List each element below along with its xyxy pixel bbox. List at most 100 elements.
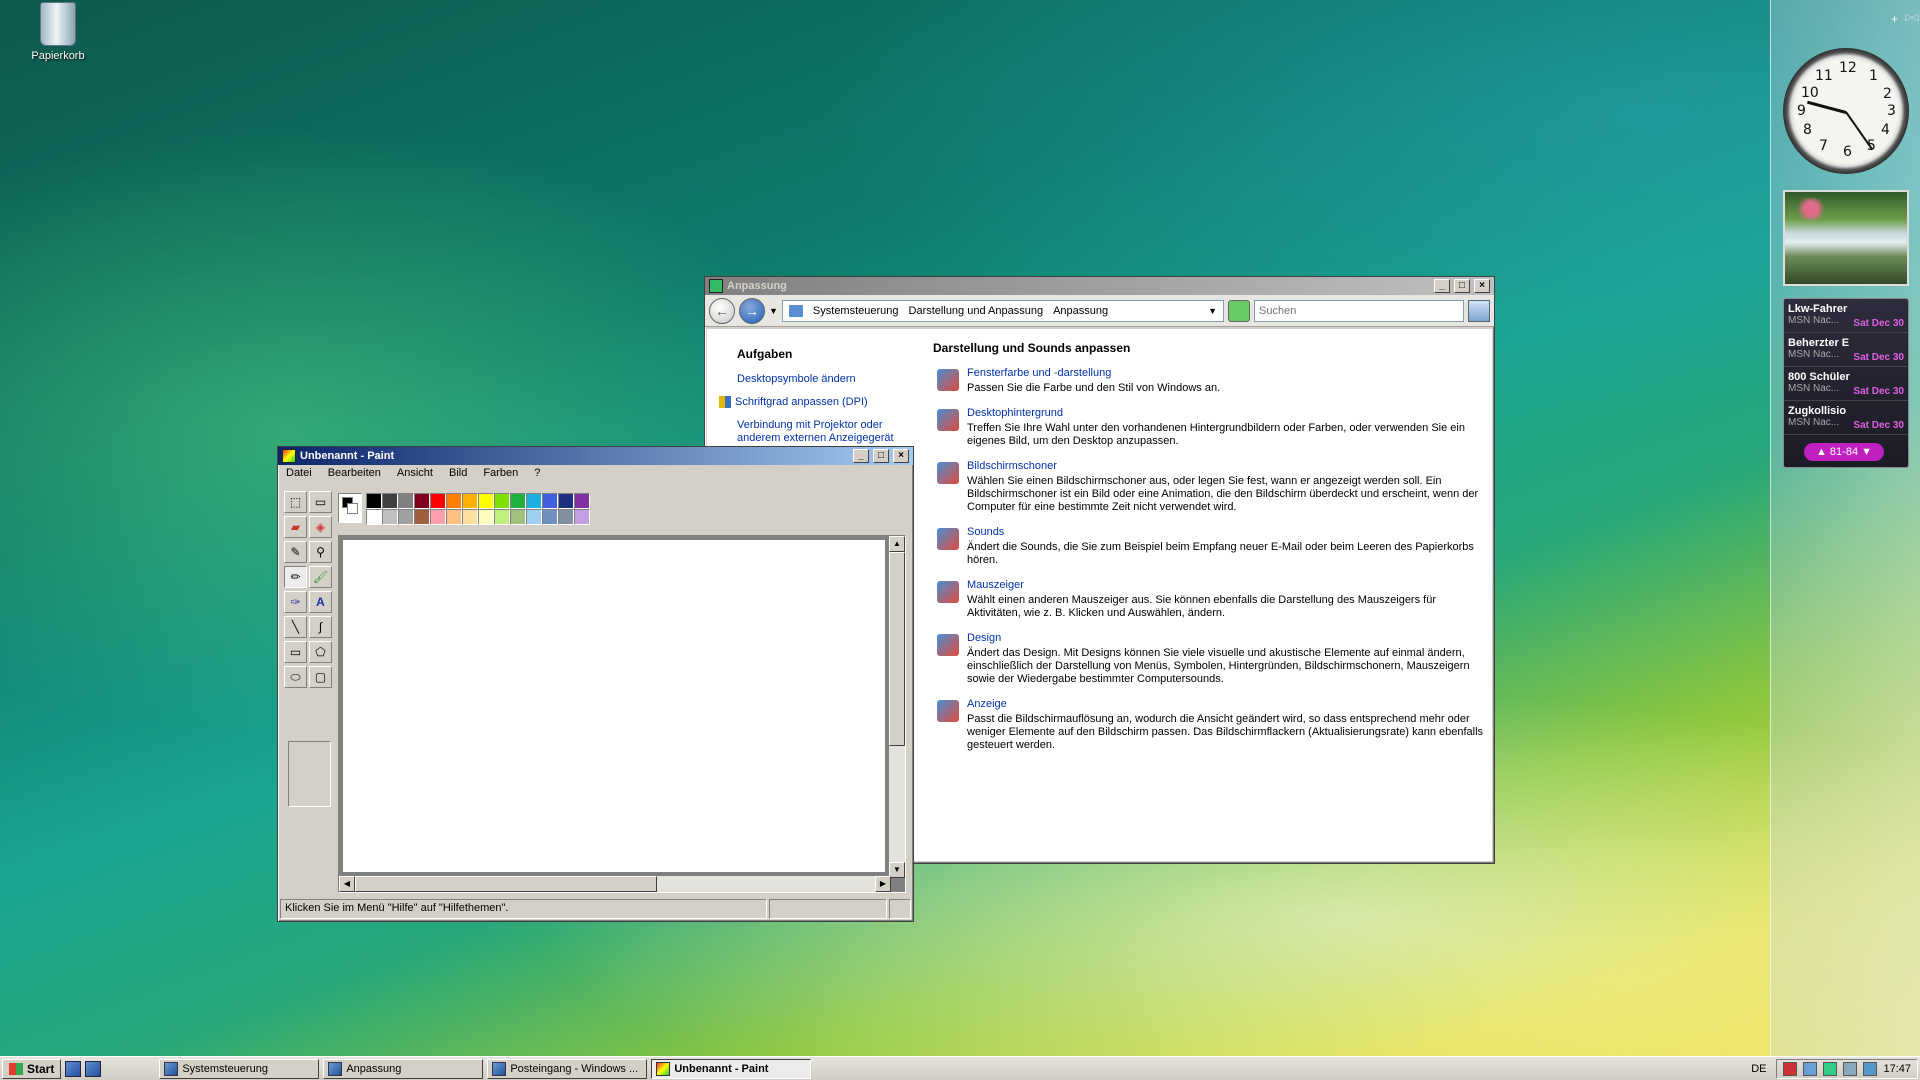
task-posteingang[interactable]: Posteingang - Windows ... — [487, 1058, 648, 1079]
menu-help[interactable]: ? — [534, 467, 540, 481]
vertical-scrollbar[interactable]: ▲ ▼ — [889, 536, 905, 878]
curve-icon[interactable]: ∫ — [309, 616, 332, 638]
maximize-button[interactable]: □ — [1454, 279, 1470, 293]
show-desktop-icon[interactable] — [65, 1060, 82, 1077]
horizontal-scrollbar[interactable]: ◀ ▶ — [339, 876, 891, 892]
slideshow-gadget[interactable] — [1783, 190, 1909, 286]
color-picker-icon[interactable]: ✎ — [284, 541, 307, 563]
task-desktop-icons[interactable]: Desktopsymbole ändern — [737, 373, 922, 386]
news-item[interactable]: Beherzter E MSN Nac... Sat Dec 30 — [1784, 333, 1908, 367]
color-swatch[interactable] — [366, 493, 382, 509]
color-swatch[interactable] — [510, 493, 526, 509]
color-swatch[interactable] — [542, 493, 558, 509]
scroll-right-icon[interactable]: ▶ — [875, 876, 891, 892]
vertical-scroll-thumb[interactable] — [889, 552, 905, 746]
add-gadget-button[interactable]: + — [1891, 12, 1898, 26]
paint-titlebar[interactable]: Unbenannt - Paint _ □ × — [278, 447, 913, 465]
text-icon[interactable]: A — [309, 591, 332, 613]
back-button[interactable]: ← — [709, 297, 735, 324]
task-systemsteuerung[interactable]: Systemsteuerung — [159, 1058, 320, 1079]
start-button[interactable]: Start — [2, 1058, 62, 1079]
color-swatch[interactable] — [494, 509, 510, 525]
color-swatch[interactable] — [478, 509, 494, 525]
free-select-icon[interactable]: ⬚ — [284, 491, 307, 513]
link-window-color[interactable]: Fensterfarbe und -darstellung — [967, 367, 1484, 379]
news-feed-gadget[interactable]: Lkw-Fahrer MSN Nac... Sat Dec 30 Beherzt… — [1783, 298, 1909, 468]
menu-bearbeiten[interactable]: Bearbeiten — [328, 467, 381, 481]
link-mouse-pointer[interactable]: Mauszeiger — [967, 579, 1484, 591]
color-swatch[interactable] — [414, 493, 430, 509]
tool-options[interactable] — [288, 741, 331, 807]
language-indicator[interactable]: DE — [1751, 1063, 1766, 1075]
color-swatch[interactable] — [574, 509, 590, 525]
color-swatch[interactable] — [542, 509, 558, 525]
minimize-button[interactable]: _ — [853, 449, 869, 463]
color-swatch[interactable] — [382, 509, 398, 525]
security-alert-icon[interactable] — [1783, 1061, 1798, 1076]
rect-select-icon[interactable]: ▭ — [309, 491, 332, 513]
magnifier-icon[interactable]: ⚲ — [309, 541, 332, 563]
airbrush-icon[interactable]: ✑ — [284, 591, 307, 613]
color-swatch[interactable] — [430, 493, 446, 509]
scroll-down-icon[interactable]: ▼ — [889, 862, 905, 878]
color-swatch[interactable] — [462, 509, 478, 525]
close-button[interactable]: × — [893, 449, 909, 463]
task-anpassung[interactable]: Anpassung — [323, 1058, 484, 1079]
color-swatch[interactable] — [526, 509, 542, 525]
color-swatch[interactable] — [574, 493, 590, 509]
pager-up-icon[interactable]: ▲ — [1816, 446, 1827, 458]
color-swatch[interactable] — [398, 509, 414, 525]
clock-time[interactable]: 17:47 — [1883, 1063, 1911, 1075]
color-swatch[interactable] — [478, 493, 494, 509]
minimize-button[interactable]: _ — [1434, 279, 1450, 293]
address-dropdown-icon[interactable]: ▼ — [1208, 306, 1217, 316]
color-swatch[interactable] — [558, 493, 574, 509]
link-desktop-background[interactable]: Desktophintergrund — [967, 407, 1484, 419]
menu-datei[interactable]: Datei — [286, 467, 312, 481]
horizontal-scroll-thumb[interactable] — [355, 876, 657, 892]
task-paint[interactable]: Unbenannt - Paint — [651, 1058, 812, 1079]
color-swatch[interactable] — [462, 493, 478, 509]
breadcrumb-systemsteuerung[interactable]: Systemsteuerung — [813, 305, 899, 317]
color-swatch[interactable] — [446, 509, 462, 525]
switch-windows-icon[interactable] — [85, 1060, 102, 1077]
link-display[interactable]: Anzeige — [967, 698, 1484, 710]
update-icon[interactable] — [1823, 1061, 1838, 1076]
rounded-rect-icon[interactable]: ▢ — [309, 666, 332, 688]
line-icon[interactable]: ╲ — [284, 616, 307, 638]
polygon-icon[interactable]: ⬠ — [309, 641, 332, 663]
pencil-icon[interactable]: ✏ — [284, 566, 307, 588]
breadcrumb-anpassung[interactable]: Anpassung — [1053, 305, 1108, 317]
color-swatch[interactable] — [526, 493, 542, 509]
news-item[interactable]: Zugkollisio MSN Nac... Sat Dec 30 — [1784, 401, 1908, 435]
link-theme[interactable]: Design — [967, 632, 1484, 644]
sidebar-next-button[interactable]: ▷ — [1905, 12, 1913, 23]
clock-gadget[interactable]: 12 1 2 3 4 5 6 7 8 9 10 11 — [1783, 48, 1909, 174]
refresh-icon[interactable] — [1228, 299, 1250, 322]
task-projector[interactable]: Verbindung mit Projektor oder anderem ex… — [737, 419, 922, 445]
current-colors[interactable] — [338, 493, 362, 523]
recent-pages-dropdown-icon[interactable]: ▼ — [769, 306, 778, 316]
breadcrumb-darstellung[interactable]: Darstellung und Anpassung — [909, 305, 1044, 317]
network-icon[interactable] — [1803, 1061, 1818, 1076]
color-swatch[interactable] — [430, 509, 446, 525]
close-button[interactable]: × — [1474, 279, 1490, 293]
resize-grip-icon[interactable] — [889, 899, 911, 919]
color-swatch[interactable] — [558, 509, 574, 525]
link-sounds[interactable]: Sounds — [967, 526, 1484, 538]
news-item[interactable]: Lkw-Fahrer MSN Nac... Sat Dec 30 — [1784, 299, 1908, 333]
color-swatch[interactable] — [494, 493, 510, 509]
forward-button[interactable]: → — [739, 297, 765, 324]
paint-window[interactable]: Unbenannt - Paint _ □ × Datei Bearbeiten… — [277, 446, 914, 922]
power-icon[interactable] — [1863, 1061, 1878, 1076]
news-pager[interactable]: ▲ 81-84 ▼ — [1804, 443, 1884, 461]
rectangle-icon[interactable]: ▭ — [284, 641, 307, 663]
color-swatch[interactable] — [366, 509, 382, 525]
breadcrumb[interactable]: Systemsteuerung Darstellung und Anpassun… — [781, 299, 1224, 322]
volume-icon[interactable] — [1843, 1061, 1858, 1076]
anpassung-titlebar[interactable]: Anpassung _ □ × — [705, 277, 1494, 295]
color-swatch[interactable] — [510, 509, 526, 525]
scroll-up-icon[interactable]: ▲ — [889, 536, 905, 552]
pager-down-icon[interactable]: ▼ — [1861, 446, 1872, 458]
color-swatch[interactable] — [446, 493, 462, 509]
